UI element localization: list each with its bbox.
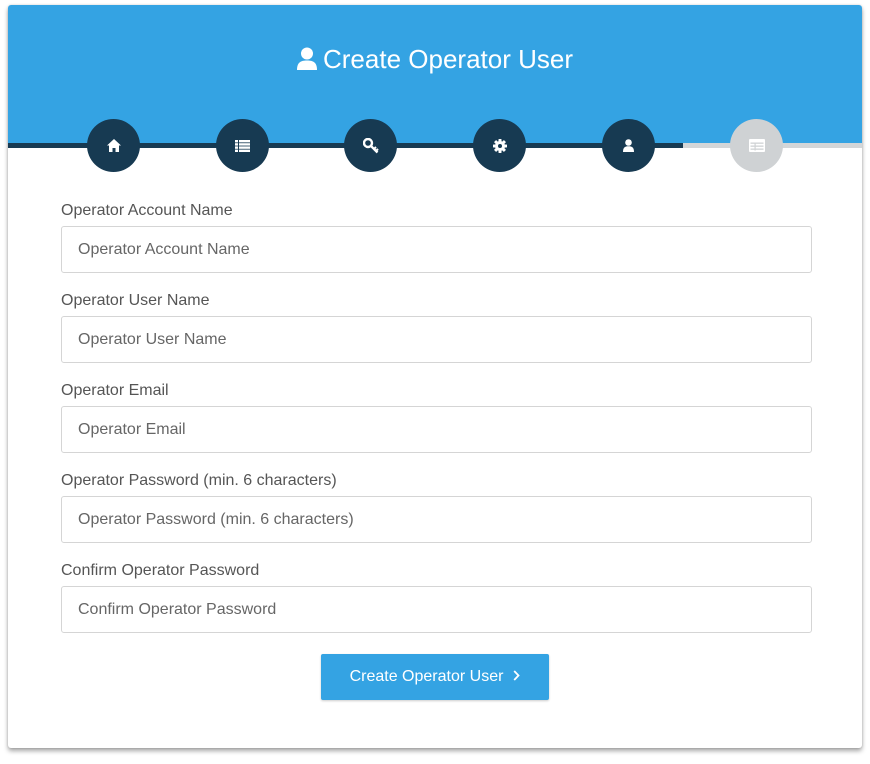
page-title: Create Operator User: [8, 43, 862, 75]
step-list[interactable]: [216, 119, 269, 172]
user-icon: [623, 139, 634, 152]
key-icon: [362, 137, 379, 154]
email-group: Operator Email: [61, 381, 812, 453]
confirm-password-label: Confirm Operator Password: [61, 562, 260, 579]
user-name-group: Operator User Name: [61, 291, 812, 363]
email-input[interactable]: [61, 406, 812, 453]
password-group: Operator Password (min. 6 characters): [61, 471, 812, 543]
gear-icon: [492, 138, 507, 153]
step-home[interactable]: [87, 119, 140, 172]
operator-user-form: Operator Account Name Operator User Name…: [61, 201, 812, 651]
step-summary[interactable]: [730, 119, 783, 172]
table-icon: [748, 139, 765, 152]
page-title-text: Create Operator User: [323, 44, 573, 74]
step-user[interactable]: [602, 119, 655, 172]
list-icon: [235, 139, 250, 152]
chevron-right-icon: [513, 668, 521, 686]
header-banner: Create Operator User: [8, 5, 862, 146]
confirm-password-input[interactable]: [61, 586, 812, 633]
submit-button-label: Create Operator User: [349, 668, 504, 685]
create-operator-user-button[interactable]: Create Operator User: [321, 654, 549, 700]
account-name-group: Operator Account Name: [61, 201, 812, 273]
step-settings[interactable]: [473, 119, 526, 172]
account-name-label: Operator Account Name: [61, 202, 233, 219]
account-name-input[interactable]: [61, 226, 812, 273]
home-icon: [106, 139, 121, 152]
user-name-label: Operator User Name: [61, 292, 210, 309]
password-input[interactable]: [61, 496, 812, 543]
user-icon: [297, 47, 317, 71]
password-label: Operator Password (min. 6 characters): [61, 472, 337, 489]
email-label: Operator Email: [61, 382, 169, 399]
user-name-input[interactable]: [61, 316, 812, 363]
confirm-password-group: Confirm Operator Password: [61, 561, 812, 633]
step-key[interactable]: [344, 119, 397, 172]
wizard-card: Create Operator User Operator Account Na…: [8, 5, 862, 748]
